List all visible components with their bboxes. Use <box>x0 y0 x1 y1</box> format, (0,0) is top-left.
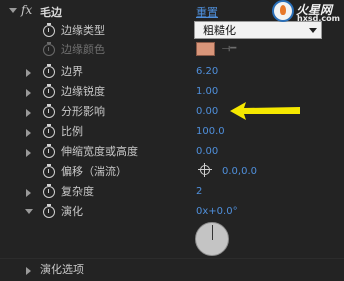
property-row-complexity: 复杂度 2 <box>0 182 344 202</box>
triangle-right-icon[interactable] <box>26 267 31 275</box>
property-group-label: 演化选项 <box>40 263 84 276</box>
property-value[interactable]: 100.0 <box>196 125 225 139</box>
stopwatch-icon[interactable] <box>43 164 55 178</box>
property-value[interactable]: 1.00 <box>196 85 218 99</box>
property-label: 边缘颜色 <box>61 43 105 56</box>
stopwatch-icon[interactable] <box>43 184 55 198</box>
property-value[interactable]: 0x+0.0° <box>196 205 238 219</box>
property-row-evolution: 演化 0x+0.0° <box>0 202 344 222</box>
effect-title: 毛边 <box>40 6 62 19</box>
triangle-right-icon[interactable] <box>26 129 31 137</box>
property-value[interactable]: 0.0,0.0 <box>222 165 257 179</box>
property-row-edge-color: 边缘颜色 <box>0 40 344 60</box>
highlight-arrow-icon <box>230 102 300 120</box>
property-row-edge-sharpness: 边缘锐度 1.00 <box>0 82 344 102</box>
collapse-triangle-icon[interactable] <box>9 8 17 13</box>
stopwatch-icon[interactable] <box>43 84 55 98</box>
stopwatch-icon[interactable] <box>43 104 55 118</box>
dropdown-selected-value: 粗糙化 <box>203 24 236 37</box>
fx-toggle[interactable]: fx <box>21 3 32 17</box>
triangle-down-icon[interactable] <box>25 209 33 214</box>
property-label: 边界 <box>61 65 83 78</box>
watermark-logo: 火星网 hxsd.com <box>272 0 344 24</box>
property-row-scale: 比例 100.0 <box>0 122 344 142</box>
evolution-angle-dial[interactable] <box>195 222 229 256</box>
triangle-right-icon[interactable] <box>26 189 31 197</box>
stopwatch-icon[interactable] <box>43 204 55 218</box>
stopwatch-icon[interactable] <box>43 144 55 158</box>
edge-color-swatch[interactable] <box>196 42 215 56</box>
property-row-stretch: 伸缩宽度或高度 0.00 <box>0 142 344 162</box>
effect-controls-panel: fx 毛边 重置 边缘类型 粗糙化 边缘颜色 ⟞━ 边界 6.20 边缘锐度 1… <box>0 0 344 281</box>
watermark-url: hxsd.com <box>297 14 340 23</box>
property-label: 分形影响 <box>61 105 105 118</box>
stopwatch-icon[interactable] <box>43 23 55 37</box>
property-value[interactable]: 0.00 <box>196 145 218 159</box>
triangle-right-icon[interactable] <box>26 69 31 77</box>
property-row-border: 边界 6.20 <box>0 62 344 82</box>
divider <box>0 258 344 259</box>
property-label: 边缘锐度 <box>61 85 105 98</box>
property-label: 比例 <box>61 125 83 138</box>
stopwatch-icon[interactable] <box>43 42 55 56</box>
stopwatch-icon[interactable] <box>43 124 55 138</box>
triangle-right-icon[interactable] <box>26 89 31 97</box>
property-row-offset: 偏移（湍流） 0.0,0.0 <box>0 162 344 182</box>
stopwatch-icon[interactable] <box>43 64 55 78</box>
property-label: 偏移（湍流） <box>61 165 127 178</box>
chevron-down-icon <box>309 28 317 33</box>
reset-link[interactable]: 重置 <box>196 4 218 20</box>
property-row-evolution-options: 演化选项 <box>0 260 344 280</box>
property-label: 边缘类型 <box>61 24 105 37</box>
dial-needle <box>212 225 213 240</box>
triangle-right-icon[interactable] <box>26 149 31 157</box>
triangle-right-icon[interactable] <box>26 109 31 117</box>
eyedropper-icon[interactable]: ⟞━ <box>222 44 236 54</box>
flame-logo-icon <box>272 0 294 22</box>
crosshair-icon[interactable] <box>198 163 212 177</box>
property-value[interactable]: 6.20 <box>196 65 218 79</box>
property-value[interactable]: 0.00 <box>196 105 218 119</box>
property-label: 伸缩宽度或高度 <box>61 145 138 158</box>
property-label: 演化 <box>61 205 83 218</box>
property-label: 复杂度 <box>61 185 94 198</box>
property-value[interactable]: 2 <box>196 185 202 199</box>
